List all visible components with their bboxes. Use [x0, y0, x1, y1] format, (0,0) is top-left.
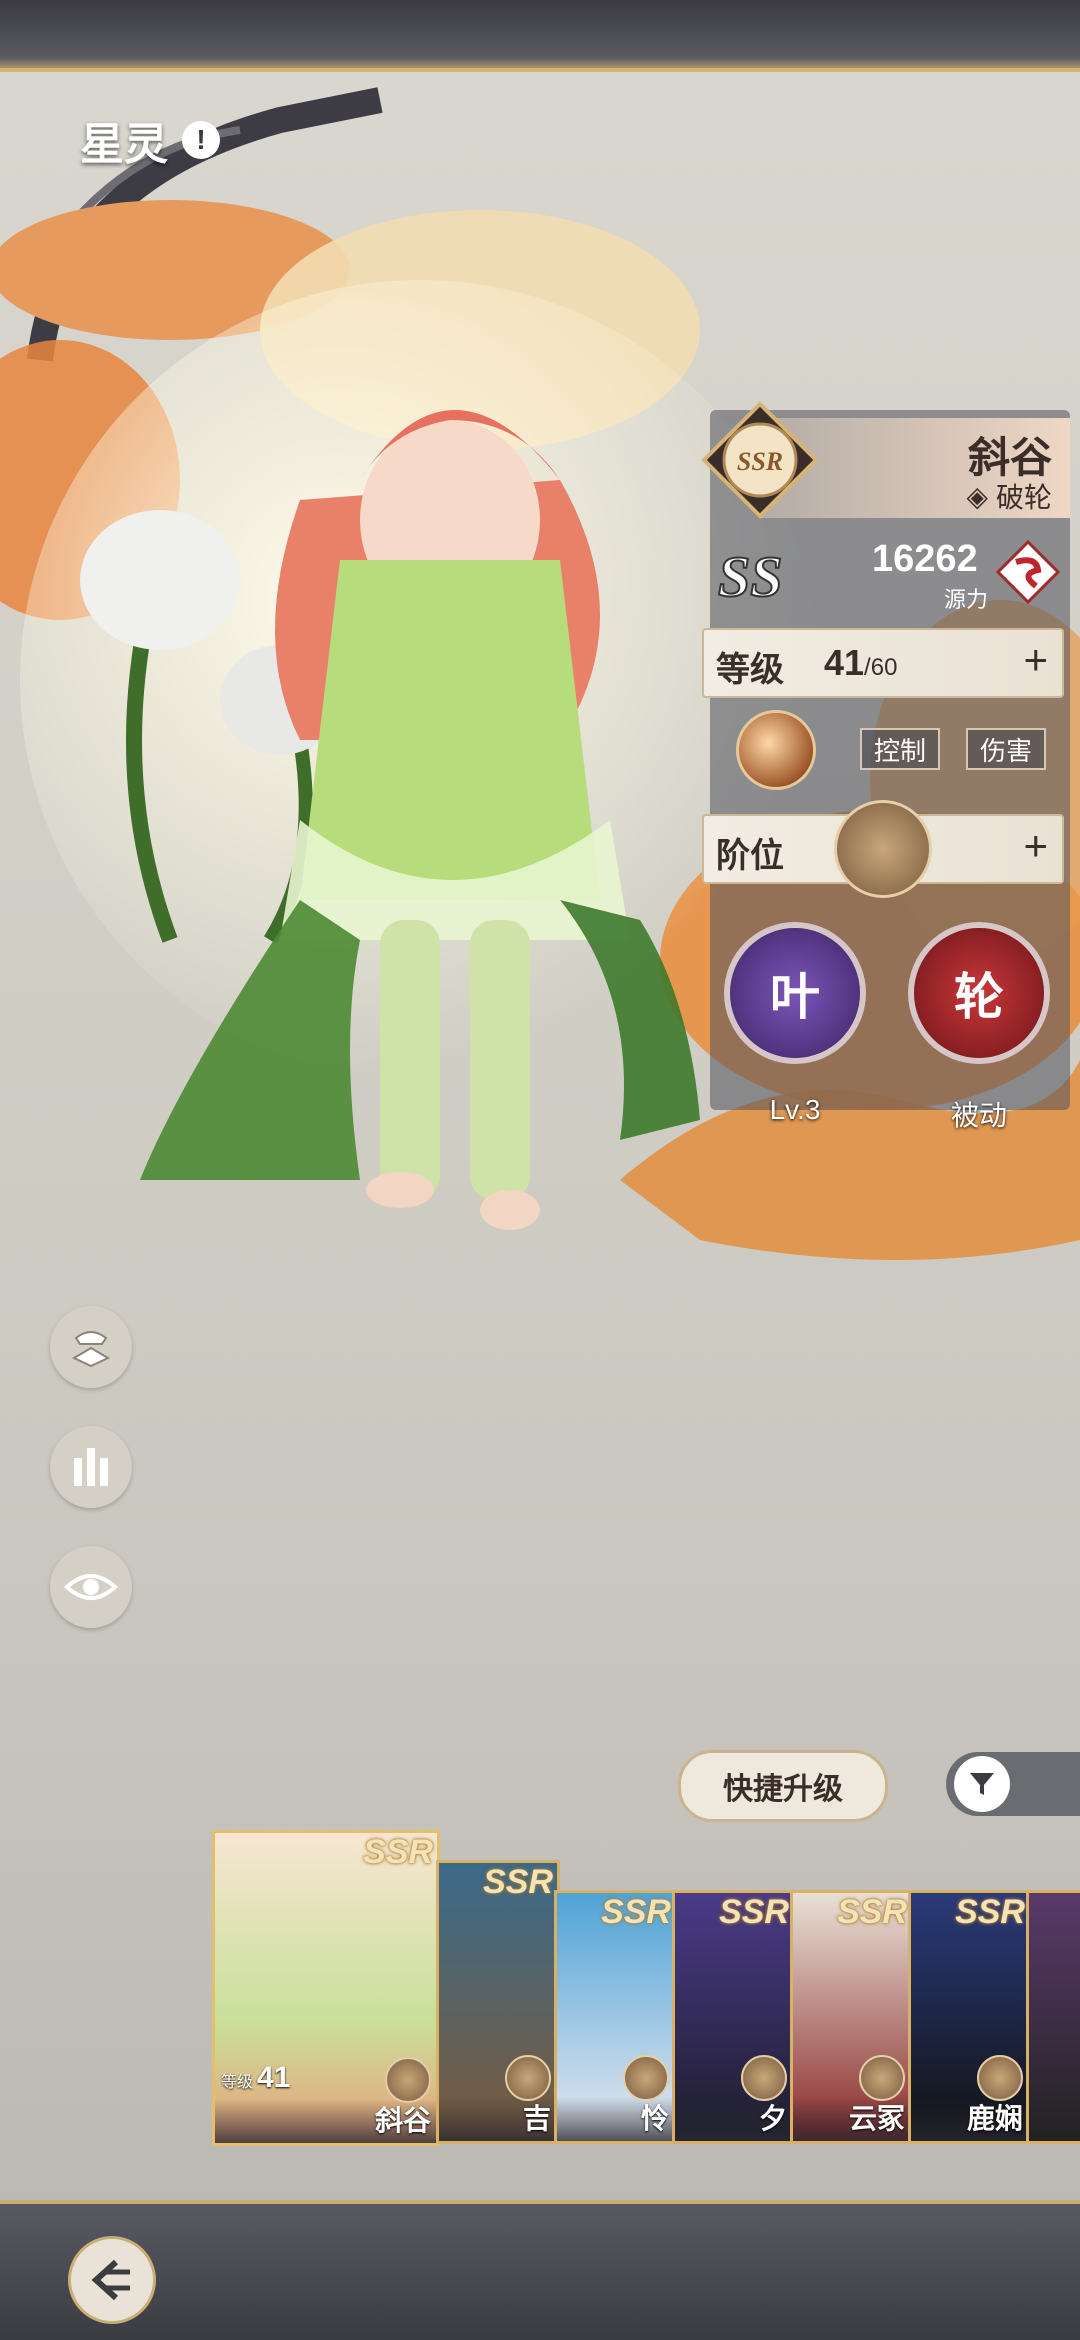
level-value: 41/60: [824, 642, 897, 684]
tower-icon: [74, 1448, 108, 1486]
character-roster: SSR 等级 41 斜谷 SSR 吉 SSR 怜 SSR 夕 SSR 云冢 SSR…: [0, 1820, 1080, 2146]
rarity-badge: SSR: [701, 401, 819, 519]
svg-text:SS: SS: [718, 544, 783, 609]
back-button[interactable]: [68, 2236, 156, 2324]
eye-icon: [64, 1574, 118, 1600]
level-current: 41: [824, 642, 865, 683]
skill-wheel-button[interactable]: 轮: [914, 928, 1044, 1058]
card-rarity: SSR: [483, 1863, 553, 1901]
rank-medal-icon: [834, 800, 932, 898]
card-name: 斜谷: [374, 2105, 431, 2136]
power-glyph-icon: SS: [718, 543, 784, 610]
card-rank-icon: [505, 2055, 551, 2101]
card-rank-icon: [977, 2055, 1023, 2101]
card-rank-icon: [623, 2055, 669, 2101]
card-name: 怜: [640, 2103, 669, 2134]
roster-card[interactable]: SSR 夕: [672, 1890, 796, 2144]
power-emblem-icon: [996, 540, 1060, 604]
level-max: /60: [864, 654, 898, 681]
power-label: 源力: [944, 587, 989, 612]
tag-control: 控制: [860, 728, 941, 770]
level-label: 等级: [716, 651, 784, 689]
view-button[interactable]: [50, 1546, 132, 1628]
filter-button[interactable]: [946, 1752, 1080, 1816]
tag-damage: 伤害: [966, 728, 1047, 770]
card-name: 吉: [522, 2103, 551, 2134]
character-class: ◈ 破轮: [966, 476, 1052, 516]
card-rarity: SSR: [363, 1833, 433, 1871]
quick-upgrade-button[interactable]: 快捷升级: [678, 1750, 888, 1822]
card-name: 鹿娴: [966, 2103, 1023, 2134]
outfit-button[interactable]: [50, 1306, 132, 1388]
card-rarity: SSR: [601, 1893, 671, 1931]
roster-card[interactable]: SSR 云冢: [790, 1890, 914, 2144]
page-title: 星灵: [80, 120, 168, 169]
card-rarity: SSR: [719, 1893, 789, 1931]
rank-label: 阶位: [716, 837, 784, 875]
filter-icon: [954, 1756, 1010, 1812]
tower-button[interactable]: [50, 1426, 132, 1508]
roster-card-partial[interactable]: [1026, 1890, 1080, 2144]
title-area: 星灵 !: [80, 108, 220, 172]
back-arrow-icon: [91, 2259, 130, 2301]
card-rarity: SSR: [837, 1893, 907, 1931]
card-rank-icon: [741, 2055, 787, 2101]
class-icon: ◈: [966, 480, 988, 512]
skill-leaf-button[interactable]: 叶: [730, 928, 860, 1058]
bottom-bar: [0, 2200, 1080, 2340]
skill-wheel-label: 被动: [950, 1100, 1007, 1131]
roster-card[interactable]: SSR 鹿娴: [908, 1890, 1032, 2144]
card-rarity: SSR: [955, 1893, 1025, 1931]
card-level: 等级 41: [221, 2061, 290, 2095]
outfit-icon: [71, 1331, 111, 1368]
class-label: 破轮: [995, 482, 1052, 513]
roster-card[interactable]: SSR 怜: [554, 1890, 678, 2144]
rarity-text: SSR: [737, 447, 783, 476]
card-level-value: 41: [257, 2061, 291, 2094]
roster-card-selected[interactable]: SSR 等级 41 斜谷: [212, 1830, 440, 2146]
power-row: SS 16262 源力: [712, 530, 1068, 620]
card-level-label: 等级: [221, 2074, 254, 2091]
power-value: 16262: [872, 538, 978, 580]
element-orb-icon[interactable]: [736, 710, 816, 790]
level-row[interactable]: 等级 41/60 +: [702, 628, 1064, 698]
roster-card[interactable]: SSR 吉: [436, 1860, 560, 2144]
level-up-plus-icon[interactable]: +: [1023, 636, 1048, 684]
info-icon[interactable]: !: [182, 121, 220, 159]
card-rank-icon: [859, 2055, 905, 2101]
card-rank-icon: [385, 2057, 431, 2103]
card-name: 夕: [758, 2103, 787, 2134]
rank-up-plus-icon[interactable]: +: [1023, 822, 1048, 870]
skill-leaf-level: Lv.3: [769, 1094, 821, 1125]
card-name: 云冢: [848, 2103, 905, 2134]
